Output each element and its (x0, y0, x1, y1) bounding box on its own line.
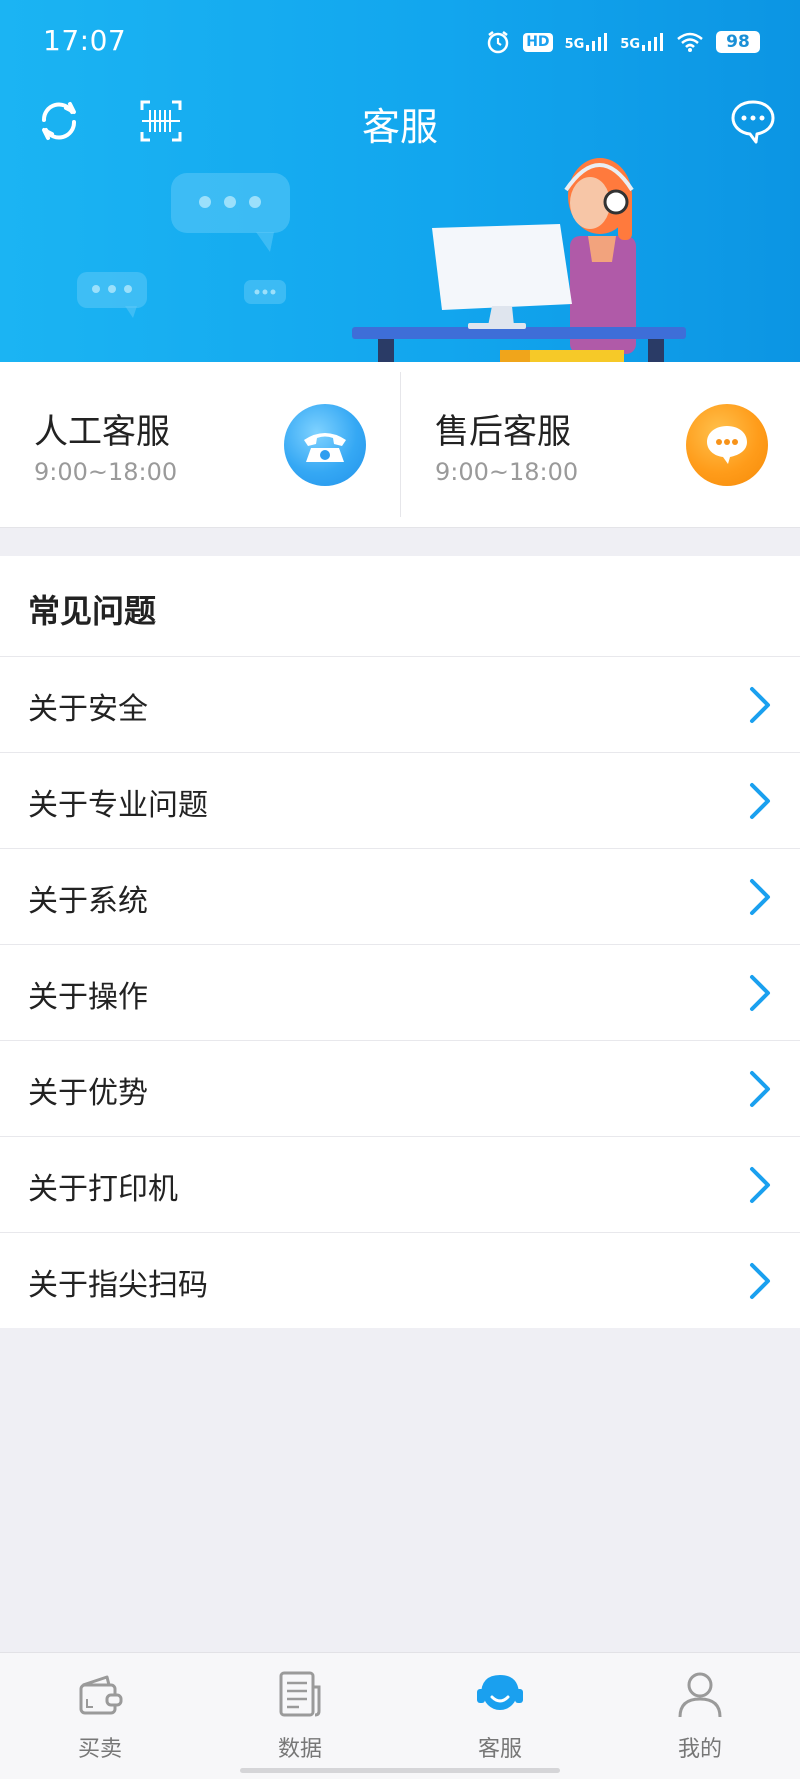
alarm-icon (487, 31, 509, 54)
chevron-right-icon (750, 687, 770, 723)
faq-item-professional[interactable]: 关于专业问题 (0, 753, 800, 849)
tab-customer-service[interactable]: 客服 (400, 1653, 600, 1779)
faq-title: 常见问题 (28, 592, 157, 630)
faq-item-label: 关于专业问题 (28, 788, 208, 823)
faq-item-label: 关于系统 (28, 884, 148, 919)
page-title: 客服 (361, 105, 438, 149)
home-indicator[interactable] (240, 1768, 560, 1773)
tab-mine[interactable]: 我的 (600, 1653, 800, 1779)
faq-item-system[interactable]: 关于系统 (0, 849, 800, 945)
service-cards: 人工客服 9:00~18:00 售后客服 9:00~18:00 (0, 362, 800, 528)
hd-indicator: HD (523, 32, 553, 52)
tab-trade[interactable]: 买卖 (0, 1653, 200, 1779)
battery-indicator: 98 (716, 31, 760, 53)
tab-label: 我的 (677, 1737, 722, 1762)
top-bar: 客服 (0, 84, 800, 156)
tab-label: 买卖 (77, 1737, 122, 1762)
wallet-icon (79, 1675, 123, 1715)
person-icon (678, 1672, 722, 1718)
chevron-right-icon (750, 1071, 770, 1107)
chevron-right-icon (750, 879, 770, 915)
after-sales-service-card[interactable]: 售后客服 9:00~18:00 (401, 362, 800, 527)
document-icon (279, 1671, 321, 1717)
chevron-right-icon (750, 1167, 770, 1203)
faq-item-operation[interactable]: 关于操作 (0, 945, 800, 1041)
faq-section: 常见问题 关于安全 关于专业问题 关于系统 关于操作 关于优势 关于打印机 关于… (0, 556, 800, 1328)
signal-icon (586, 33, 608, 51)
tab-data[interactable]: 数据 (200, 1653, 400, 1779)
headset-icon (477, 1674, 523, 1710)
bottom-tab-bar: 买卖 数据 客服 我的 (0, 1652, 800, 1779)
signal-5g-1: 5G (565, 33, 609, 51)
chevron-right-icon (750, 783, 770, 819)
phone-call-button[interactable] (284, 404, 366, 486)
faq-item-printer[interactable]: 关于打印机 (0, 1137, 800, 1233)
chat-bubble-icon (731, 100, 775, 144)
faq-header: 常见问题 (0, 556, 800, 657)
status-bar: 17:07 HD 5G 5G 98 (0, 0, 800, 84)
faq-item-label: 关于打印机 (28, 1172, 178, 1207)
chat-icon (707, 426, 747, 464)
human-service-card[interactable]: 人工客服 9:00~18:00 (0, 362, 400, 527)
wifi-icon (677, 32, 703, 52)
faq-item-label: 关于指尖扫码 (28, 1268, 208, 1303)
status-icons: HD 5G 5G 98 (485, 24, 760, 60)
service-name: 人工客服 (34, 412, 170, 452)
faq-item-label: 关于操作 (28, 980, 148, 1015)
faq-item-safety[interactable]: 关于安全 (0, 657, 800, 753)
header-banner: 17:07 HD 5G 5G 98 客服 (0, 0, 800, 362)
chat-service-button[interactable] (686, 404, 768, 486)
status-time: 17:07 (43, 24, 127, 57)
signal-5g-2: 5G (620, 33, 664, 51)
chevron-right-icon (750, 1263, 770, 1299)
faq-item-advantages[interactable]: 关于优势 (0, 1041, 800, 1137)
chevron-right-icon (750, 975, 770, 1011)
service-hours: 9:00~18:00 (34, 458, 178, 486)
faq-item-fingertip-scan[interactable]: 关于指尖扫码 (0, 1233, 800, 1328)
faq-item-label: 关于安全 (28, 692, 148, 727)
tab-label: 数据 (277, 1737, 322, 1762)
tab-label: 客服 (477, 1737, 522, 1762)
messages-button[interactable] (728, 96, 778, 146)
telephone-icon (304, 433, 346, 462)
service-name: 售后客服 (435, 412, 571, 452)
signal-icon (642, 33, 663, 51)
service-hours: 9:00~18:00 (435, 458, 579, 486)
faq-item-label: 关于优势 (28, 1076, 148, 1111)
